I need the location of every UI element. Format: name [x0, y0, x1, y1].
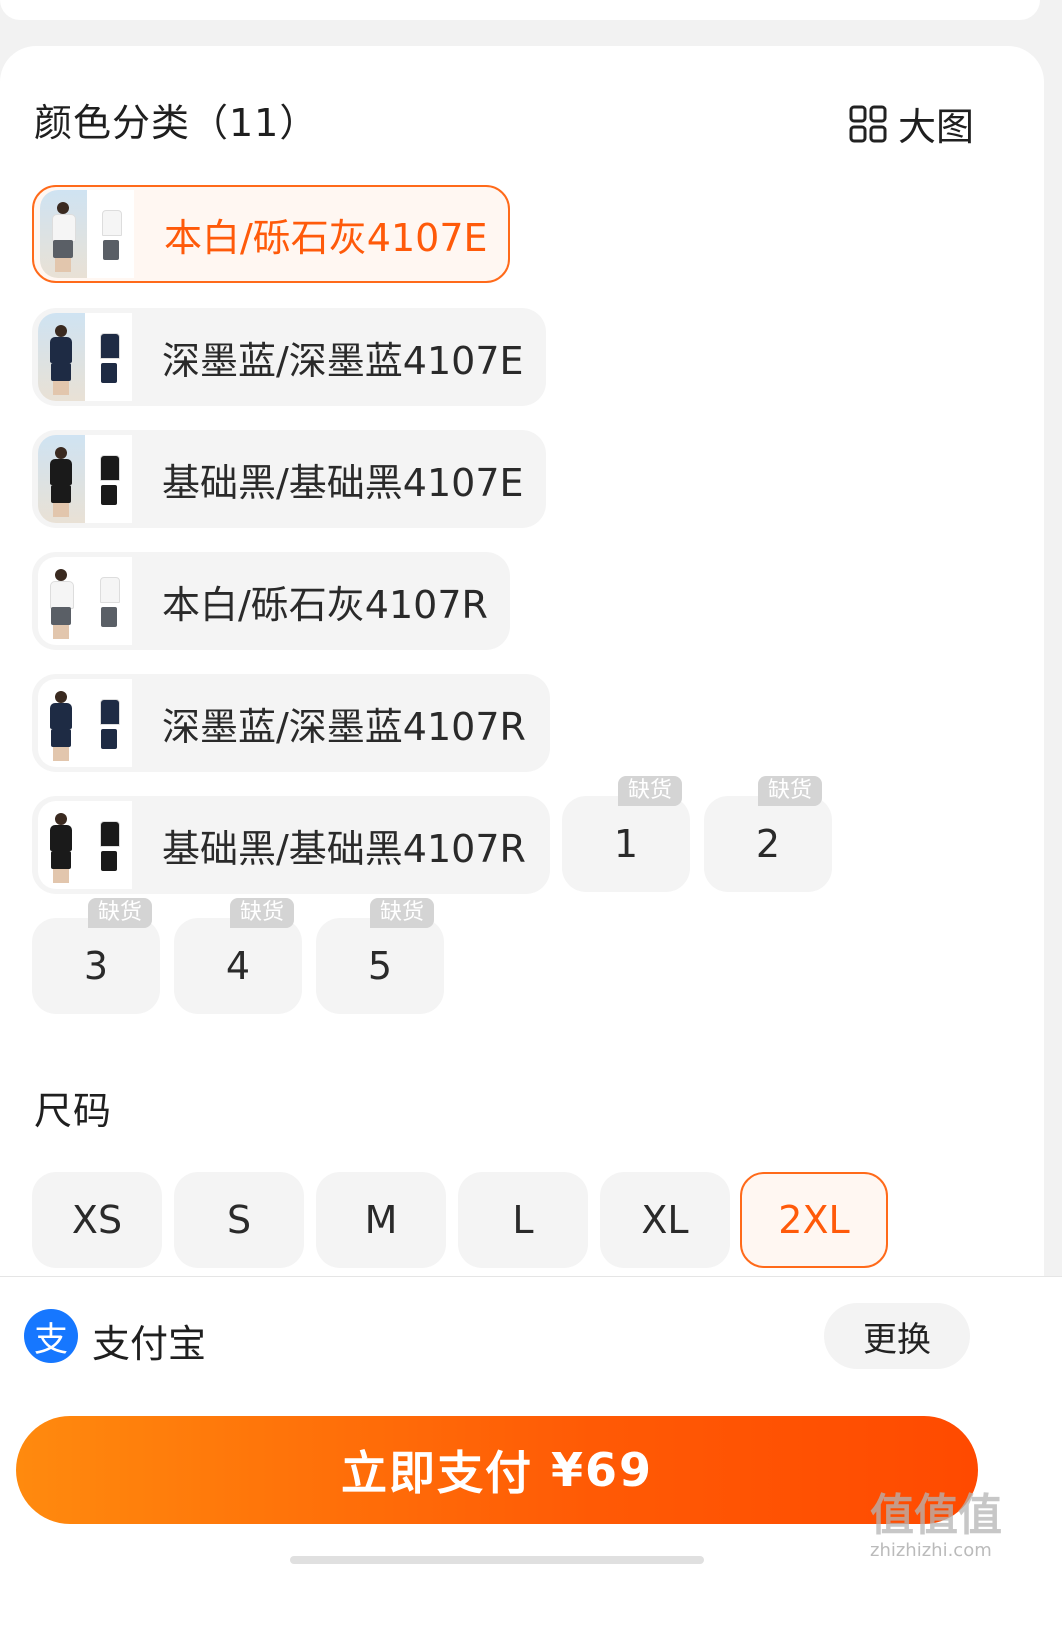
number-option-label: 3	[83, 944, 109, 988]
size-option-s[interactable]: S	[174, 1172, 304, 1268]
number-option-label: 1	[613, 822, 639, 866]
size-option-m[interactable]: M	[316, 1172, 446, 1268]
previous-card-edge	[0, 0, 1040, 20]
watermark-domain: zhizhizhi.com	[870, 1540, 992, 1561]
color-option-label: 深墨蓝/深墨蓝4107E	[162, 338, 524, 383]
color-thumbnail	[38, 679, 132, 767]
change-payment-button[interactable]: 更换	[824, 1303, 970, 1369]
size-option-2xl[interactable]: 2XL	[740, 1172, 888, 1268]
home-indicator	[290, 1556, 704, 1564]
pay-now-label: 立即支付	[340, 1446, 533, 1500]
color-thumbnail	[40, 190, 134, 278]
number-option-label: 5	[367, 944, 393, 988]
color-option-3[interactable]: 基础黑/基础黑4107E	[32, 430, 546, 528]
big-view-toggle[interactable]: 大图	[848, 96, 974, 151]
color-option-4[interactable]: 本白/砾石灰4107R	[32, 552, 510, 650]
out-of-stock-badge: 缺货	[758, 776, 823, 806]
pay-now-button[interactable]: 立即支付 ¥69	[16, 1416, 978, 1524]
color-option-number-3[interactable]: 3	[32, 918, 160, 1014]
size-option-xs[interactable]: XS	[32, 1172, 162, 1268]
out-of-stock-badge: 缺货	[230, 898, 295, 928]
color-option-1[interactable]: 本白/砾石灰4107E	[32, 185, 510, 283]
payment-method-label: 支付宝	[92, 1322, 207, 1366]
grid-view-icon	[849, 105, 887, 142]
size-label: S	[226, 1198, 252, 1242]
out-of-stock-badge: 缺货	[370, 898, 435, 928]
color-option-number-2[interactable]: 2	[704, 796, 832, 892]
number-option-label: 4	[225, 944, 251, 988]
color-option-label: 基础黑/基础黑4107E	[162, 460, 524, 505]
color-option-label: 本白/砾石灰4107E	[164, 215, 488, 260]
color-thumbnail	[38, 801, 132, 889]
color-option-2[interactable]: 深墨蓝/深墨蓝4107E	[32, 308, 546, 406]
color-section-title: 颜色分类（11）	[34, 101, 319, 145]
size-label: 2XL	[778, 1198, 850, 1242]
size-option-xl[interactable]: XL	[600, 1172, 730, 1268]
color-option-label: 本白/砾石灰4107R	[162, 582, 488, 627]
size-label: XS	[71, 1198, 123, 1242]
out-of-stock-badge: 缺货	[618, 776, 683, 806]
color-option-5[interactable]: 深墨蓝/深墨蓝4107R	[32, 674, 550, 772]
color-option-number-5[interactable]: 5	[316, 918, 444, 1014]
size-label: XL	[641, 1198, 689, 1242]
number-option-label: 2	[755, 822, 781, 866]
alipay-icon: 支	[24, 1309, 78, 1363]
payment-method-row: 支 支付宝 更换	[0, 1276, 1062, 1396]
color-option-label: 基础黑/基础黑4107R	[162, 826, 526, 871]
size-label: L	[512, 1198, 534, 1242]
big-view-label: 大图	[897, 105, 974, 149]
color-option-number-1[interactable]: 1	[562, 796, 690, 892]
size-option-l[interactable]: L	[458, 1172, 588, 1268]
pay-now-price: ¥69	[550, 1443, 654, 1497]
color-option-label: 深墨蓝/深墨蓝4107R	[162, 704, 526, 749]
color-option-6[interactable]: 基础黑/基础黑4107R	[32, 796, 550, 894]
color-thumbnail	[38, 557, 132, 645]
size-label: M	[364, 1198, 398, 1242]
size-section-title: 尺码	[34, 1089, 113, 1133]
color-thumbnail	[38, 435, 132, 523]
color-thumbnail	[38, 313, 132, 401]
color-option-number-4[interactable]: 4	[174, 918, 302, 1014]
out-of-stock-badge: 缺货	[88, 898, 153, 928]
